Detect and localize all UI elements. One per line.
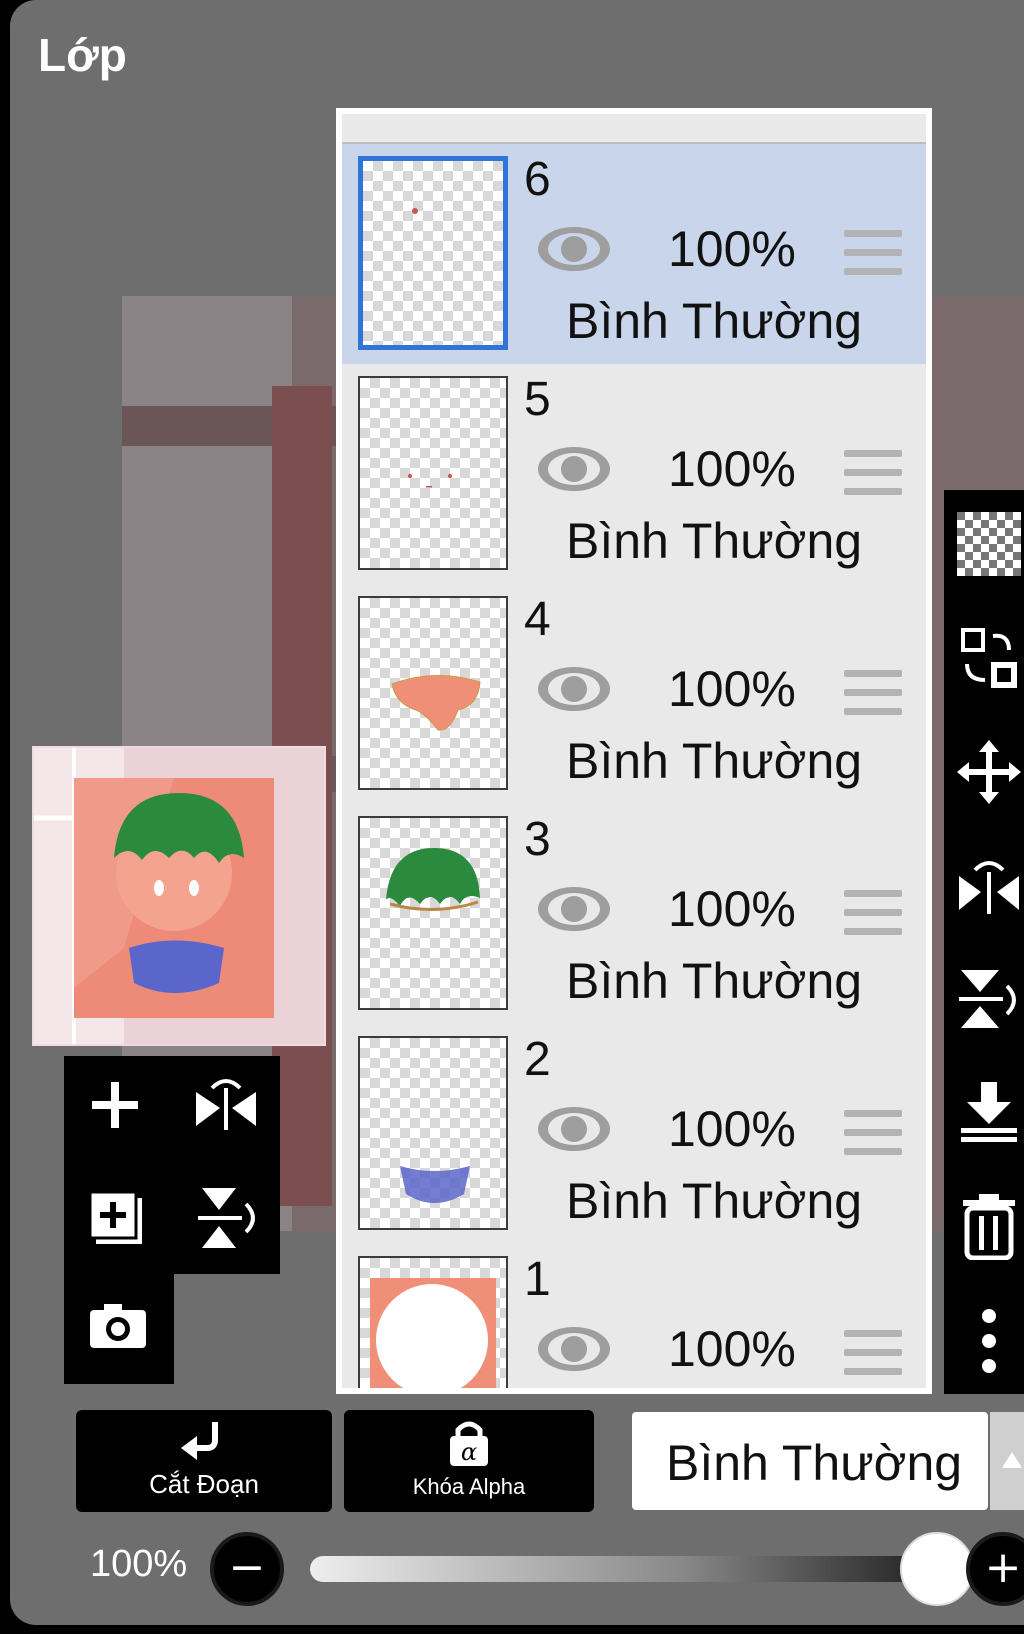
svg-text:α: α	[461, 1438, 477, 1466]
more-icon[interactable]	[944, 1306, 1024, 1376]
drag-handle-icon[interactable]	[844, 230, 902, 287]
flip-horizontal-icon[interactable]	[194, 1074, 258, 1142]
layer-blend-mode: Bình Thường	[566, 733, 863, 789]
eye-icon[interactable]	[536, 1104, 612, 1158]
clip-button[interactable]: Cắt Đoạn	[76, 1410, 332, 1512]
layer-thumbnail[interactable]	[358, 596, 508, 790]
layer-opacity: 100%	[668, 221, 796, 277]
move-icon[interactable]	[944, 740, 1024, 804]
layer-thumbnail[interactable]	[358, 816, 508, 1010]
opacity-slider-handle[interactable]	[900, 1532, 974, 1606]
layer-blend-mode: Bình Thường	[566, 293, 863, 349]
layer-opacity: 100%	[668, 1321, 796, 1377]
layer-row-5[interactable]: 5 100% Bình Thường	[342, 364, 926, 587]
opacity-slider[interactable]	[310, 1556, 930, 1582]
merge-down-icon[interactable]	[944, 1080, 1024, 1144]
preview-drawing	[34, 748, 324, 1044]
layer-thumbnail[interactable]	[358, 376, 508, 570]
blend-mode-arrow[interactable]	[990, 1412, 1024, 1510]
clip-label: Cắt Đoạn	[149, 1469, 259, 1499]
opacity-increase-button[interactable]: +	[966, 1532, 1024, 1606]
panel-title: Lớp	[38, 29, 127, 81]
layer-number: 2	[524, 1033, 551, 1086]
trash-icon[interactable]	[944, 1192, 1024, 1260]
right-toolbar	[944, 490, 1024, 1394]
drag-handle-icon[interactable]	[844, 1110, 902, 1167]
layer-panel: Lớp 6 100% Bình Thường 5 100% Bình Thườn…	[10, 0, 1024, 1625]
layer-opacity: 100%	[668, 881, 796, 937]
layer-row-3[interactable]: 3 100% Bình Thường	[342, 804, 926, 1027]
alpha-lock-icon: α	[450, 1421, 488, 1466]
canvas-preview[interactable]	[32, 746, 326, 1046]
eye-icon[interactable]	[536, 884, 612, 938]
eye-icon[interactable]	[536, 224, 612, 278]
swap-layer-icon[interactable]	[944, 626, 1024, 690]
layer-blend-mode: Bình Thường	[566, 1173, 863, 1229]
alpha-lock-label: Khóa Alpha	[412, 1474, 526, 1499]
camera-icon[interactable]	[88, 1300, 148, 1354]
drag-handle-icon[interactable]	[844, 450, 902, 507]
layer-thumbnail[interactable]	[358, 156, 508, 350]
partial-layer-row	[342, 114, 926, 145]
layer-number: 5	[524, 373, 551, 426]
layer-thumbnail[interactable]	[358, 1256, 508, 1388]
layer-number: 6	[524, 153, 551, 206]
eye-icon[interactable]	[536, 664, 612, 718]
layer-blend-mode: Bình Thường	[566, 953, 863, 1009]
layer-number: 1	[524, 1253, 551, 1306]
flip-horizontal-icon-right[interactable]	[944, 854, 1024, 918]
layer-row-2[interactable]: 2 100% Bình Thường	[342, 1024, 926, 1247]
drag-handle-icon[interactable]	[844, 670, 902, 727]
layer-blend-mode: Bình Thường	[566, 513, 863, 569]
layer-number: 3	[524, 813, 551, 866]
eye-icon[interactable]	[536, 444, 612, 498]
clip-arrow-icon	[181, 1422, 218, 1460]
layer-number: 4	[524, 593, 551, 646]
layer-row-1[interactable]: 1100%Bình Thường	[342, 1244, 926, 1388]
layer-row-6[interactable]: 6 100% Bình Thường	[342, 144, 926, 367]
opacity-value: 100%	[90, 1543, 188, 1585]
transparency-icon[interactable]	[944, 512, 1024, 576]
drag-handle-icon[interactable]	[844, 890, 902, 947]
add-layer-icon[interactable]	[88, 1078, 142, 1136]
layer-opacity: 100%	[668, 661, 796, 717]
layer-list[interactable]: 6 100% Bình Thường 5 100% Bình Thường 4 100% Bìn…	[336, 108, 932, 1394]
layer-opacity: 100%	[668, 1101, 796, 1157]
layer-row-4[interactable]: 4 100% Bình Thường	[342, 584, 926, 807]
eye-icon[interactable]	[536, 1324, 612, 1378]
layer-opacity: 100%	[668, 441, 796, 497]
layer-thumbnail[interactable]	[358, 1036, 508, 1230]
blend-mode-select[interactable]: Bình Thường	[632, 1412, 988, 1510]
flip-vertical-icon-right[interactable]	[944, 966, 1024, 1030]
chevron-up-icon	[1002, 1452, 1022, 1468]
blend-mode-value: Bình Thường	[666, 1435, 963, 1491]
opacity-decrease-button[interactable]: −	[210, 1532, 284, 1606]
alpha-lock-button[interactable]: α Khóa Alpha	[344, 1410, 594, 1512]
flip-vertical-icon[interactable]	[196, 1186, 260, 1254]
drag-handle-icon[interactable]	[844, 1330, 902, 1387]
add-copy-layer-icon[interactable]	[88, 1190, 148, 1254]
